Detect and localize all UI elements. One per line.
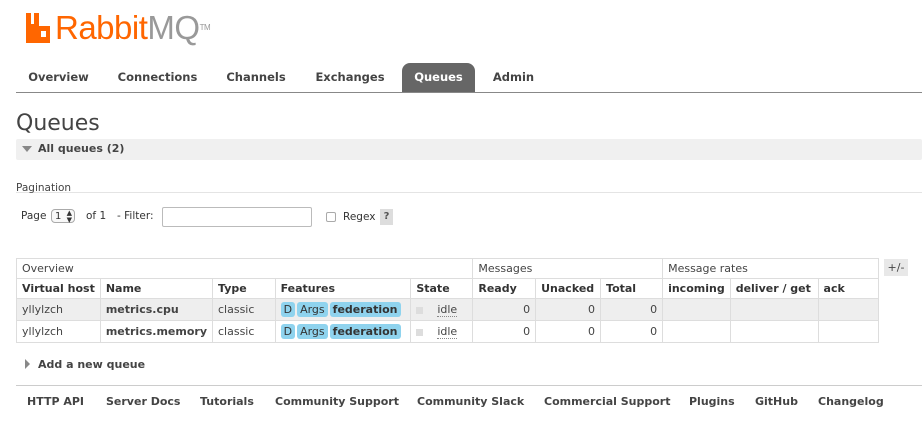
add-queue-section-toggle[interactable]: Add a new queue [25,358,145,371]
all-queues-label: All queues (2) [38,142,125,155]
cell-ready: 0 [472,298,537,321]
page-label: Page [21,210,47,222]
table-row[interactable]: yllylzch metrics.memory classic D Args fed… [16,320,880,343]
pagination-controls: Page 1 ▲ ▼ of 1 - Filter: Regex ? [21,207,721,228]
feature-federation-badge: federation [329,324,401,339]
col-type[interactable]: Type [212,278,276,299]
queue-name-link[interactable]: metrics.memory [99,320,214,343]
page-select[interactable]: 1 ▲ ▼ [51,209,75,224]
cell-unacked: 0 [535,298,602,321]
cell-vhost: yllylzch [16,320,101,343]
columns-toggle-button[interactable]: +/- [884,259,908,276]
page-title: Queues [16,111,100,136]
col-ack[interactable]: ack [817,278,880,299]
tab-overview[interactable]: Overview [16,63,101,92]
cell-type: classic [212,320,276,343]
cell-unacked: 0 [535,320,602,343]
state-text: idle [437,303,458,317]
queues-table: Overview Messages Message rates Virtual … [15,258,880,343]
regex-checkbox[interactable] [326,212,336,222]
tab-connections[interactable]: Connections [111,63,204,92]
col-state[interactable]: State [410,278,474,299]
table-group-header: Overview Messages Message rates [15,258,879,279]
tab-admin[interactable]: Admin [486,63,541,92]
filter-label: - Filter: [117,210,154,222]
col-features: Features [274,278,412,299]
group-message-rates: Message rates [662,258,879,279]
pagination-heading: Pagination [16,176,922,194]
queue-name-link[interactable]: metrics.cpu [99,298,214,321]
group-messages: Messages [472,258,664,279]
cell-total: 0 [600,298,664,321]
rabbitmq-logo-icon [26,13,50,43]
cell-state: idle [410,298,474,321]
col-virtual-host[interactable]: Virtual host [16,278,101,299]
cell-ready: 0 [472,320,537,343]
state-indicator-icon [416,328,424,336]
footer-link-server-docs[interactable]: Server Docs [106,395,180,408]
footer-links: HTTP API Server Docs Tutorials Community… [16,385,922,416]
pagination-heading-label: Pagination [16,182,72,194]
cell-state: idle [410,320,474,343]
feature-federation-badge: federation [329,302,401,317]
col-incoming[interactable]: incoming [662,278,731,299]
cell-ack [817,320,880,343]
col-deliver-get[interactable]: deliver / get [729,278,819,299]
group-overview: Overview [15,258,474,279]
rabbitmq-logo[interactable]: RabbitMQTM [24,9,211,46]
cell-incoming [662,298,731,321]
footer-link-plugins[interactable]: Plugins [689,395,735,408]
footer-link-changelog[interactable]: Changelog [818,395,884,408]
cell-type: classic [212,298,276,321]
expand-triangle-icon [25,359,30,369]
footer-link-commercial-support[interactable]: Commercial Support [544,395,671,408]
cell-features: D Args federation [274,320,412,343]
footer-link-community-support[interactable]: Community Support [275,395,399,408]
collapse-triangle-icon [22,146,32,152]
table-column-header: Virtual host Name Type Features State Re… [16,278,880,299]
tab-channels[interactable]: Channels [216,63,296,92]
regex-label: Regex [343,211,376,223]
state-text: idle [437,325,458,339]
add-queue-label: Add a new queue [38,358,146,371]
footer-link-community-slack[interactable]: Community Slack [417,395,524,408]
tab-exchanges[interactable]: Exchanges [308,63,392,92]
cell-features: D Args federation [274,298,412,321]
logo-trademark: TM [199,23,211,32]
footer-link-github[interactable]: GitHub [755,395,798,408]
footer-link-http-api[interactable]: HTTP API [27,395,84,408]
page-select-value: 1 [55,211,62,222]
feature-durable-badge: D [280,302,296,317]
feature-args-badge: Args [297,324,328,339]
feature-args-badge: Args [297,302,328,317]
cell-incoming [662,320,731,343]
cell-total: 0 [600,320,664,343]
stepper-arrows-icon: ▲ ▼ [66,209,72,224]
col-name[interactable]: Name [99,278,214,299]
logo-text-rabbit: Rabbit [55,9,148,46]
footer-link-tutorials[interactable]: Tutorials [200,395,254,408]
cell-vhost: yllylzch [16,298,101,321]
regex-help-button[interactable]: ? [380,209,393,225]
table-row[interactable]: yllylzch metrics.cpu classic D Args federa… [16,298,880,321]
all-queues-section-toggle[interactable]: All queues (2) [16,139,922,160]
col-ready[interactable]: Ready [472,278,537,299]
cell-deliver-get [729,320,819,343]
cell-ack [817,298,880,321]
page-count-label: of 1 [86,210,107,222]
state-indicator-icon [416,306,424,314]
cell-deliver-get [729,298,819,321]
col-unacked[interactable]: Unacked [535,278,602,299]
logo-text-mq: MQ [147,9,200,46]
main-nav-tabs: Overview Connections Channels Exchanges … [16,63,922,93]
filter-input[interactable] [162,207,312,227]
col-total[interactable]: Total [600,278,664,299]
feature-durable-badge: D [280,324,296,339]
tab-queues[interactable]: Queues [402,63,475,92]
